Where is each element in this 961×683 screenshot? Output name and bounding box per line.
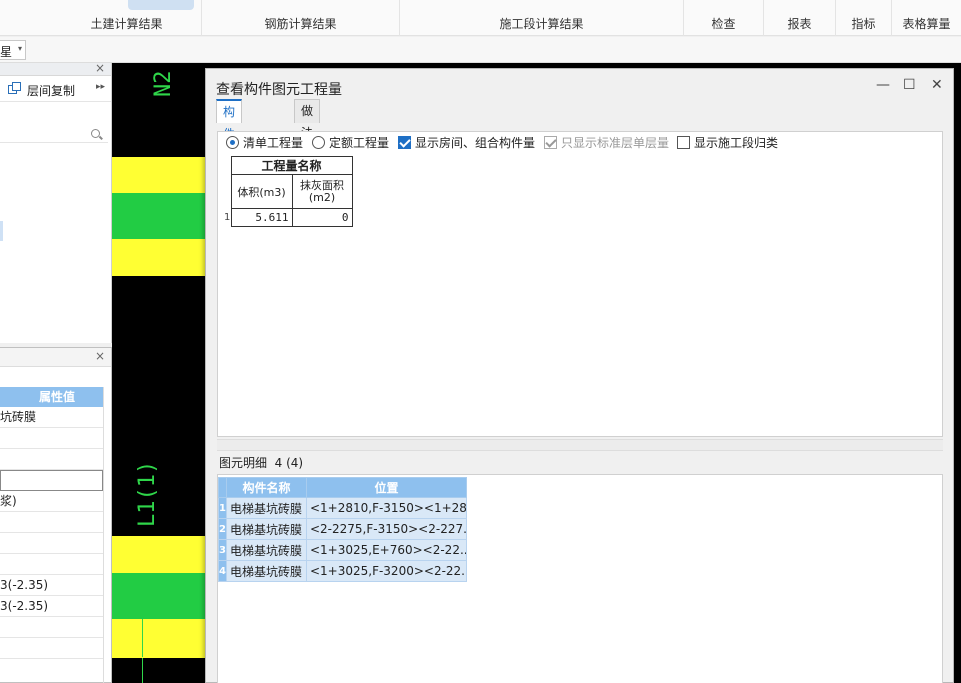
property-row[interactable] <box>0 638 103 659</box>
floor-copy-button[interactable]: 层间复制 <box>27 82 75 99</box>
ribbon-group-label: 施工段计算结果 <box>499 17 584 31</box>
panel-toolbar: 层间复制 ▸▸ <box>0 76 111 102</box>
cad-label-n2: N2 <box>151 71 176 98</box>
ribbon-group-index[interactable]: 指标 <box>836 0 892 36</box>
table-row[interactable]: 3 电梯基坑砖膜 <1+3025,E+760><2-22... <box>218 539 467 561</box>
property-row[interactable]: 坑砖膜 <box>0 407 103 428</box>
copy-icon[interactable] <box>8 82 21 95</box>
close-icon[interactable]: × <box>95 61 105 75</box>
col-position[interactable]: 位置 <box>305 477 467 498</box>
ribbon: 土建计算结果 钢筋计算结果 施工段计算结果 检查 报表 指标 表格算量 <box>0 0 961 36</box>
ribbon-group-report[interactable]: 报表 <box>764 0 836 36</box>
divider <box>103 387 104 683</box>
ribbon-group-table-qty[interactable]: 表格算量 <box>892 0 961 36</box>
chevron-down-icon: ▾ <box>17 44 22 53</box>
ribbon-group-section-results[interactable]: 施工段计算结果 <box>400 0 684 36</box>
table-row[interactable]: 2 电梯基坑砖膜 <2-2275,F-3150><2-227... <box>218 518 467 540</box>
detail-table: 构件名称 位置 1 电梯基坑砖膜 <1+2810,F-3150><1+28...… <box>218 477 467 582</box>
tab-method-qty[interactable]: 做法工程量 <box>294 99 321 206</box>
radio-icon <box>312 136 325 149</box>
selected-item-marker <box>0 221 3 241</box>
panel-header: × <box>0 348 111 367</box>
search-icon[interactable] <box>91 129 100 138</box>
minimize-icon[interactable]: — <box>876 77 890 93</box>
property-row[interactable] <box>0 512 103 533</box>
detail-header: 图元明细 4 (4) <box>219 454 303 471</box>
detail-label: 图元明细 <box>219 456 268 470</box>
qty-volume-value: 5.611 <box>230 208 293 227</box>
ribbon-group-label: 报表 <box>787 17 812 31</box>
ribbon-group-label: 土建计算结果 <box>90 17 163 31</box>
table-row[interactable]: 1 电梯基坑砖膜 <1+2810,F-3150><1+28... <box>218 497 467 519</box>
cad-labels: N2 L1(1) <box>135 71 176 528</box>
ribbon-group-label: 检查 <box>711 17 736 31</box>
detail-pane: 构件名称 位置 1 电梯基坑砖膜 <1+2810,F-3150><1+28...… <box>217 474 943 683</box>
qty-group-header: 工程量名称 <box>230 156 353 175</box>
detail-count: 4 (4) <box>274 456 304 470</box>
property-row[interactable]: 浆) <box>0 491 103 512</box>
property-row[interactable] <box>0 533 103 554</box>
checkbox-icon <box>677 136 690 149</box>
tab-component-qty[interactable]: 构件工程量 <box>216 99 243 207</box>
pane-splitter[interactable] <box>217 439 943 451</box>
checkbox-icon <box>398 136 411 149</box>
more-icon[interactable]: ▸▸ <box>96 82 105 92</box>
qty-col-plaster-area: 抹灰面积(m2) <box>291 174 353 209</box>
maximize-icon[interactable]: ☐ <box>903 77 916 93</box>
property-value-header: 属性值 <box>0 387 103 407</box>
dialog-title: 查看构件图元工程量 <box>216 82 342 98</box>
close-icon[interactable]: ✕ <box>931 77 943 93</box>
qty-col-volume: 体积(m3) <box>230 174 293 209</box>
checkbox-icon <box>544 136 557 149</box>
index-header <box>218 477 227 498</box>
property-row[interactable] <box>0 617 103 638</box>
ribbon-group-label: 钢筋计算结果 <box>264 17 337 31</box>
properties-panel: × 属性值 坑砖膜 浆) 3(-2.35) 3(-2.35) <box>0 347 112 683</box>
property-row[interactable]: 3(-2.35) <box>0 596 103 617</box>
search-input[interactable] <box>0 125 108 143</box>
table-row[interactable]: 4 电梯基坑砖膜 <1+3025,F-3200><2-22... <box>218 560 467 582</box>
ribbon-group-label: 表格算量 <box>902 17 951 31</box>
property-row[interactable] <box>0 554 103 575</box>
component-qty-pane: 清单工程量 定额工程量 显示房间、组合构件量 只显示标准层单层量 显示施工段归类… <box>217 131 943 437</box>
property-row[interactable] <box>0 428 103 449</box>
row-index: 1 <box>224 212 231 223</box>
combo-value: 星 <box>0 45 13 59</box>
property-row-edit[interactable] <box>0 470 103 491</box>
property-row[interactable] <box>0 449 103 470</box>
layer-combo[interactable]: 星 ▾ <box>0 40 26 60</box>
component-list-panel: × 层间复制 ▸▸ <box>0 61 112 343</box>
ribbon-group-civil-results[interactable]: 土建计算结果 <box>52 0 202 36</box>
view-quantity-dialog: 查看构件图元工程量 — ☐ ✕ 构件工程量 做法工程量 清单工程量 定额工程量 … <box>205 68 954 683</box>
col-component-name[interactable]: 构件名称 <box>225 477 307 498</box>
cad-label-l1: L1(1) <box>135 461 160 527</box>
panel-header: × <box>0 61 111 76</box>
ribbon-group-rebar-results[interactable]: 钢筋计算结果 <box>202 0 400 36</box>
qty-plaster-value: 0 <box>291 208 353 227</box>
property-row[interactable]: 3(-2.35) <box>0 575 103 596</box>
quantity-table: 工程量名称 体积(m3) 抹灰面积(m2) 1 5.611 0 <box>224 156 353 227</box>
radio-icon <box>226 136 239 149</box>
close-icon[interactable]: × <box>95 349 105 363</box>
ribbon-group-check[interactable]: 检查 <box>684 0 764 36</box>
secondary-toolbar: 星 ▾ <box>0 37 961 63</box>
ribbon-group-label: 指标 <box>851 17 876 31</box>
